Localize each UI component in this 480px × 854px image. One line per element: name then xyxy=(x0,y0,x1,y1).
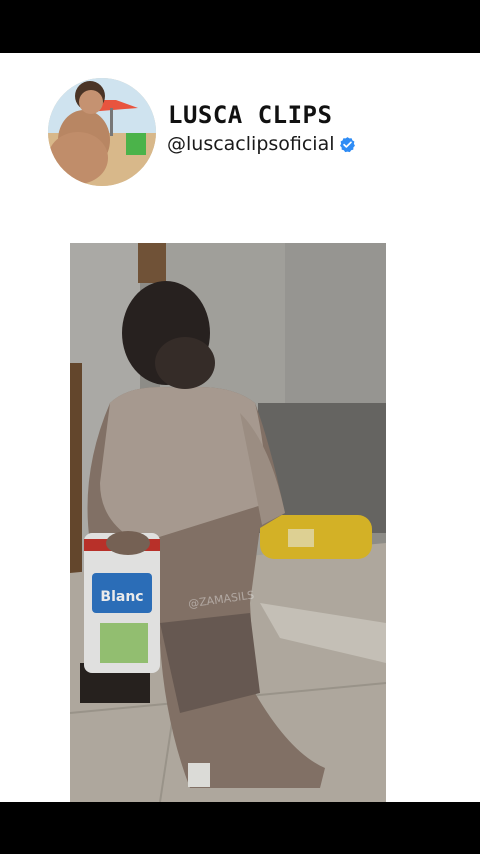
channel-avatar[interactable] xyxy=(48,78,156,186)
channel-name[interactable]: LUSCA CLIPS xyxy=(168,101,332,129)
verified-badge-icon xyxy=(339,136,356,153)
bottom-letterbox xyxy=(0,802,480,854)
channel-handle[interactable]: @luscaclipsoficial xyxy=(167,133,335,155)
video-player[interactable]: Blanc @ZAMASILS xyxy=(70,243,386,802)
post-content: LUSCA CLIPS @luscaclipsoficial @ZAMASILS xyxy=(0,53,480,802)
handle-row: @luscaclipsoficial xyxy=(167,133,356,155)
app-frame: LUSCA CLIPS @luscaclipsoficial @ZAMASILS xyxy=(0,0,480,854)
top-letterbox xyxy=(0,0,480,53)
video-frame: Blanc xyxy=(70,243,386,802)
avatar-photo xyxy=(48,78,156,186)
